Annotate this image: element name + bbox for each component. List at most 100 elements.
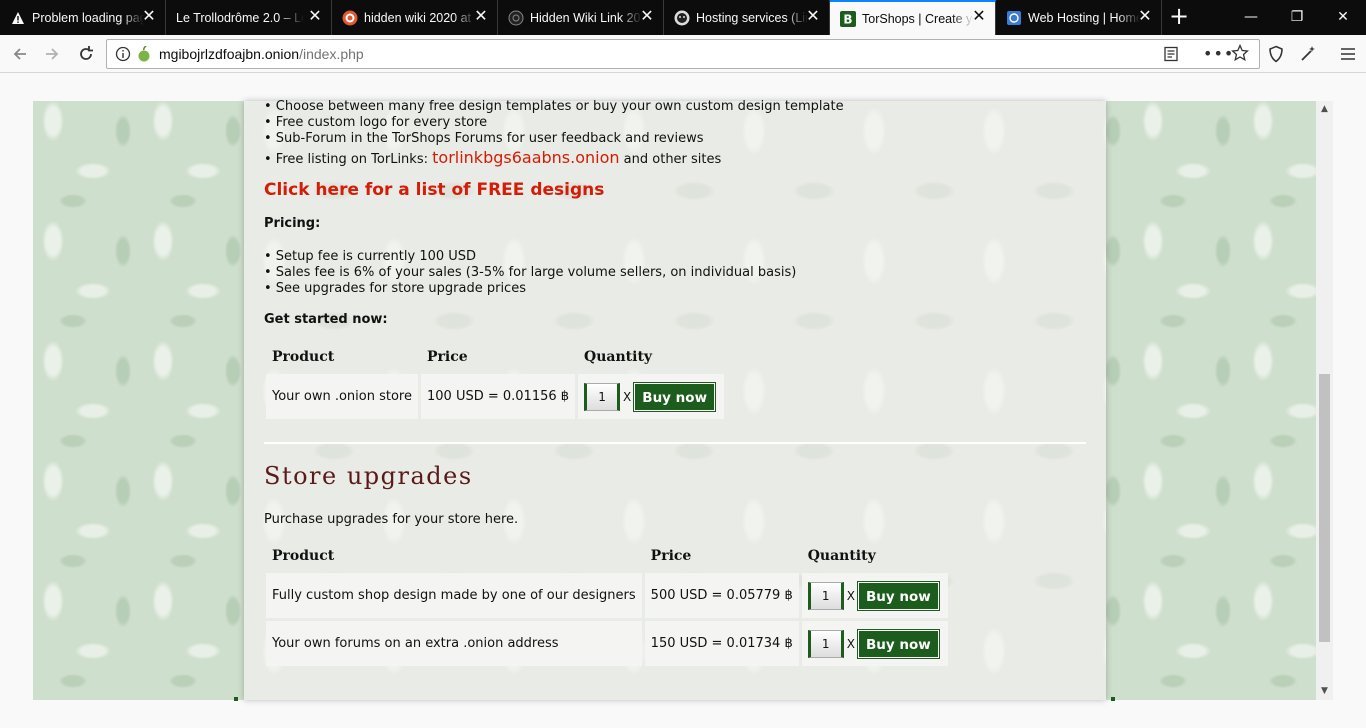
times-label: X (623, 389, 632, 404)
table-row: Your own forums on an extra .onion addre… (266, 621, 948, 666)
tab-problem-loading[interactable]: Problem loading page ✕ (0, 0, 166, 35)
quantity-cell: 1 X Buy now (801, 573, 948, 618)
buy-now-button[interactable]: Buy now (856, 628, 940, 659)
tab-label: Le Trollodrôme 2.0 – Le Forum (176, 10, 304, 25)
reload-button[interactable] (72, 40, 100, 68)
scroll-up-icon[interactable]: ▲ (1319, 104, 1330, 115)
column-header-product: Product (272, 349, 335, 365)
tab-label: Hosting services (Links) (696, 10, 808, 25)
page-actions-icon[interactable]: ••• (1203, 44, 1234, 63)
corner-mark (1111, 697, 1115, 701)
bookmark-star-icon[interactable] (1230, 43, 1250, 66)
close-tab-icon[interactable]: ✕ (141, 9, 157, 25)
svg-text:B: B (843, 12, 852, 26)
upgrades-table: Product Price Quantity Fully custom shop… (263, 539, 951, 669)
column-header-price: Price (650, 548, 692, 564)
close-tab-icon[interactable]: ✕ (971, 9, 987, 25)
quantity-cell: 1 X Buy now (801, 621, 948, 666)
navigation-toolbar: mgibojrlzdfoajbn.onion/index.php ••• (0, 35, 1366, 73)
tab-label: hidden wiki 2020 at DuckDuckGo (364, 10, 476, 25)
tab-strip: Problem loading page ✕ Le Trollodrôme 2.… (0, 0, 1366, 35)
info-icon[interactable] (115, 46, 131, 66)
product-cell: Fully custom shop design made by one of … (266, 573, 642, 618)
tor-onion-icon (137, 45, 151, 66)
times-label: X (846, 636, 855, 651)
close-window-button[interactable]: ✕ (1320, 0, 1366, 35)
pricing-item: • Setup fee is currently 100 USD (264, 249, 477, 264)
quantity-input[interactable]: 1 (807, 629, 844, 658)
close-tab-icon[interactable]: ✕ (805, 9, 821, 25)
tab-hosting-services[interactable]: Hosting services (Links) ✕ (664, 0, 830, 35)
feature-item: • Choose between many free design templa… (264, 99, 844, 114)
upgrades-intro: Purchase upgrades for your store here. (264, 512, 519, 527)
back-button[interactable] (6, 40, 34, 68)
tab-label: TorShops | Create your own store (862, 11, 974, 26)
tab-duckduckgo[interactable]: hidden wiki 2020 at DuckDuckGo ✕ (332, 0, 498, 35)
hamburger-menu-icon (1341, 48, 1355, 60)
price-cell: 150 USD = 0.01734 ฿ (644, 621, 799, 666)
tab-label: Web Hosting | Home (1028, 10, 1140, 25)
tab-hidden-wiki[interactable]: Hidden Wiki Link 2020 ✕ (498, 0, 664, 35)
restore-button[interactable]: ❐ (1274, 0, 1320, 35)
reader-view-icon[interactable] (1163, 46, 1179, 66)
quantity-input[interactable]: 1 (584, 382, 621, 411)
reload-icon (80, 46, 93, 60)
pricing-heading: Pricing: (264, 216, 321, 231)
globe-dark-icon (508, 10, 524, 26)
product-cell: Your own .onion store (266, 374, 418, 419)
new-tab-button[interactable]: + (1162, 0, 1196, 35)
column-header-quantity: Quantity (584, 349, 653, 365)
store-table: Product Price Quantity Your own .onion s… (263, 340, 727, 422)
duckduckgo-icon (342, 10, 358, 26)
url-bar[interactable]: mgibojrlzdfoajbn.onion/index.php ••• (106, 39, 1260, 69)
close-tab-icon[interactable]: ✕ (473, 9, 489, 25)
magic-wand-icon (1301, 46, 1315, 61)
torlinks-link[interactable]: torlinkbgs6aabns.onion (432, 148, 619, 167)
torshops-logo-icon: B (840, 10, 856, 27)
menu-button[interactable] (1334, 40, 1362, 68)
tab-web-hosting[interactable]: Web Hosting | Home ✕ (996, 0, 1162, 35)
tab-label: Hidden Wiki Link 2020 (530, 10, 642, 25)
forward-arrow-icon (46, 48, 59, 60)
minimize-button[interactable]: — (1228, 0, 1274, 35)
anonymous-mask-icon (674, 10, 690, 26)
price-cell: 100 USD = 0.01156 ฿ (421, 374, 576, 419)
tab-label: Problem loading page (32, 10, 144, 25)
feature-item: • Free custom logo for every store (264, 115, 488, 130)
scroll-down-icon[interactable]: ▼ (1319, 686, 1330, 697)
webhosting-icon (1006, 10, 1022, 26)
price-cell: 500 USD = 0.05779 ฿ (644, 573, 799, 618)
table-row: Fully custom shop design made by one of … (266, 573, 948, 618)
url-text: mgibojrlzdfoajbn.onion/index.php (159, 46, 364, 62)
buy-now-button[interactable]: Buy now (856, 580, 940, 611)
vertical-scrollbar[interactable]: ▲ ▼ (1316, 101, 1333, 700)
buy-now-button[interactable]: Buy now (633, 381, 717, 412)
close-tab-icon[interactable]: ✕ (639, 9, 655, 25)
shield-icon (1269, 45, 1283, 63)
quantity-input[interactable]: 1 (807, 581, 844, 610)
close-tab-icon[interactable]: ✕ (1137, 9, 1153, 25)
column-header-price: Price (427, 349, 468, 365)
page-viewport: • Choose between many free design templa… (0, 74, 1366, 728)
times-label: X (846, 588, 855, 603)
upgrades-title: Store upgrades (264, 462, 473, 490)
forward-button[interactable] (38, 40, 66, 68)
pricing-item: • Sales fee is 6% of your sales (3-5% fo… (264, 265, 797, 280)
pricing-item: • See upgrades for store upgrade prices (264, 281, 526, 296)
tab-trollodrome[interactable]: Le Trollodrôme 2.0 – Le Forum ✕ (166, 0, 332, 35)
get-started-heading: Get started now: (264, 312, 388, 327)
close-tab-icon[interactable]: ✕ (307, 9, 323, 25)
noscript-button[interactable] (1294, 40, 1322, 68)
feature-item: • Sub-Forum in the TorShops Forums for u… (264, 131, 704, 146)
product-cell: Your own forums on an extra .onion addre… (266, 621, 642, 666)
feature-item-torlinks: • Free listing on TorLinks: torlinkbgs6a… (264, 148, 722, 167)
tab-torshops[interactable]: B TorShops | Create your own store ✕ (830, 0, 996, 35)
column-header-quantity: Quantity (807, 548, 876, 564)
shield-button[interactable] (1262, 40, 1290, 68)
section-divider (264, 442, 1086, 444)
free-designs-link[interactable]: Click here for a list of FREE designs (264, 180, 604, 200)
scrollbar-thumb[interactable] (1319, 374, 1330, 642)
column-header-product: Product (272, 548, 335, 564)
table-row: Your own .onion store 100 USD = 0.01156 … (266, 374, 725, 419)
corner-mark (234, 697, 238, 701)
